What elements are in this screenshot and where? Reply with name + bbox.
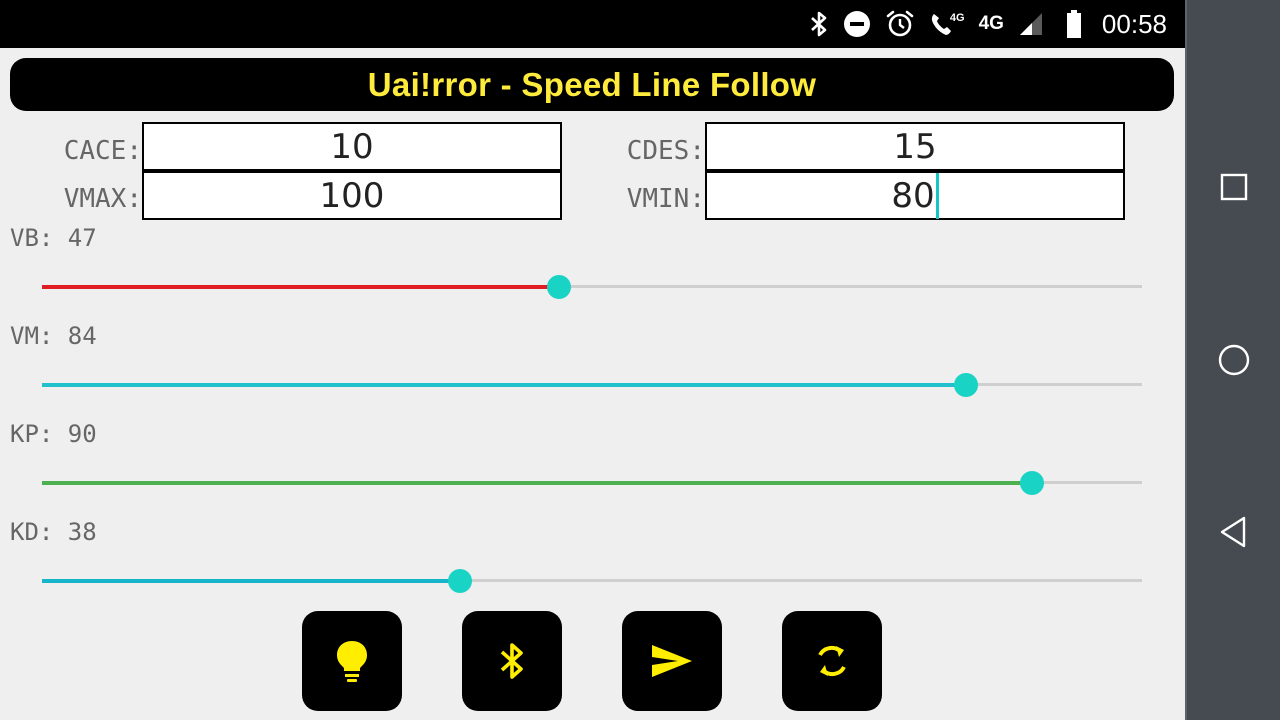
wifi-calling-4g-icon: 4G: [929, 11, 965, 37]
network-type-label: 4G: [978, 13, 1004, 34]
text-cursor: [935, 172, 939, 219]
do-not-disturb-icon: [843, 10, 871, 38]
cace-value: 10: [330, 126, 374, 167]
kp-slider[interactable]: [42, 470, 1142, 495]
lightbulb-icon: [337, 641, 367, 682]
cace-label: CACE:: [63, 136, 142, 166]
battery-icon: [1066, 9, 1082, 39]
kp-slider-thumb[interactable]: [1020, 470, 1044, 495]
circle-icon: [1218, 344, 1250, 376]
vmax-label: VMAX:: [63, 184, 142, 214]
kd-slider[interactable]: [42, 568, 1142, 593]
back-button[interactable]: [1207, 505, 1261, 559]
bluetooth-icon: [500, 643, 523, 679]
vmin-label: VMIN:: [626, 184, 705, 214]
kd-slider-thumb[interactable]: [448, 568, 472, 593]
bluetooth-button[interactable]: [462, 611, 562, 711]
vmin-value: 80: [891, 175, 935, 216]
recents-button[interactable]: [1207, 160, 1261, 214]
kp-label: KP: 90: [10, 420, 97, 448]
refresh-button[interactable]: [782, 611, 882, 711]
vb-label: VB: 47: [10, 224, 97, 252]
status-bar: 4G 4G 00:58: [0, 0, 1185, 48]
kp-slider-fill: [42, 480, 1032, 485]
bluetooth-icon: [809, 10, 829, 38]
navigation-bar: [1185, 0, 1280, 720]
vmin-field[interactable]: 80: [705, 171, 1125, 220]
kd-slider-fill: [42, 578, 460, 583]
vm-slider-thumb[interactable]: [954, 372, 978, 397]
cace-field[interactable]: 10: [142, 122, 562, 171]
send-button[interactable]: [622, 611, 722, 711]
vm-slider[interactable]: [42, 372, 1142, 397]
home-button[interactable]: [1207, 333, 1261, 387]
send-icon: [652, 645, 692, 677]
cdes-label: CDES:: [626, 136, 705, 166]
app-title-bar: Uai!rror - Speed Line Follow: [10, 58, 1174, 111]
kd-label: KD: 38: [10, 518, 97, 546]
vb-slider[interactable]: [42, 274, 1142, 299]
app-title: Uai!rror - Speed Line Follow: [367, 65, 817, 103]
refresh-icon: [818, 645, 846, 677]
vb-slider-fill: [42, 284, 559, 289]
alarm-icon: [885, 9, 915, 39]
back-triangle-icon: [1220, 516, 1246, 548]
vm-slider-fill: [42, 382, 966, 387]
signal-icon: [1018, 11, 1044, 37]
vm-label: VM: 84: [10, 322, 97, 350]
clock: 00:58: [1101, 8, 1167, 39]
cdes-field[interactable]: 15: [705, 122, 1125, 171]
cdes-value: 15: [893, 126, 937, 167]
vmax-field[interactable]: 100: [142, 171, 562, 220]
vmax-value: 100: [319, 175, 385, 216]
light-button[interactable]: [302, 611, 402, 711]
vb-slider-thumb[interactable]: [547, 274, 571, 299]
square-icon: [1220, 173, 1248, 201]
